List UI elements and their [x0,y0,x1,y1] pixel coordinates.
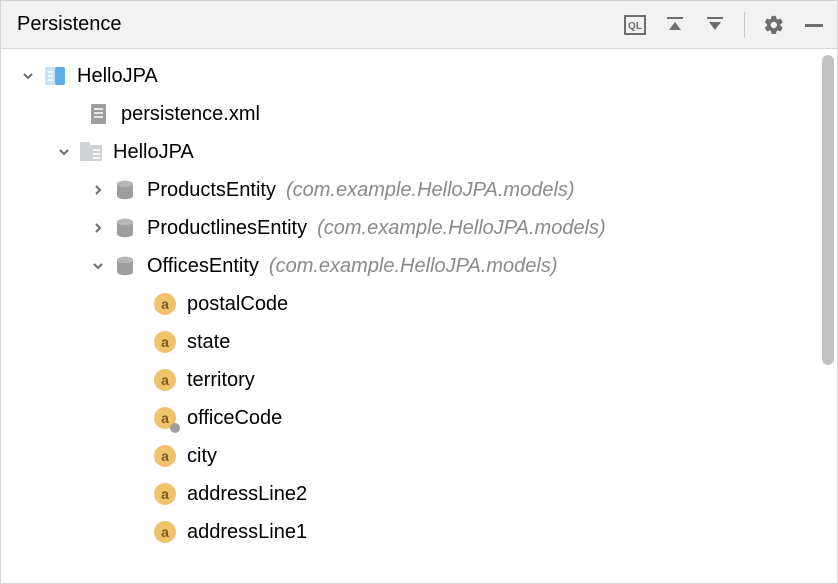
tree-node-label: city [187,445,217,468]
attribute-icon: a [153,368,177,392]
scrollbar-track[interactable] [819,49,837,583]
attribute-icon: a [153,520,177,544]
tree-node-label: state [187,331,230,354]
caret-collapsed-icon[interactable] [89,222,107,234]
entity-icon [113,254,137,278]
tree-node-package: (com.example.HelloJPA.models) [269,255,558,278]
caret-expanded-icon[interactable] [19,70,37,82]
tree-node-attribute[interactable]: a addressLine1 [1,513,819,551]
tree-node-file[interactable]: persistence.xml [1,95,819,133]
minimize-button[interactable] [801,12,827,38]
module-icon [43,64,67,88]
caret-collapsed-icon[interactable] [89,184,107,196]
tree-node-label: ProductsEntity [147,179,276,202]
ql-console-button[interactable]: QL [622,12,648,38]
caret-expanded-icon[interactable] [89,260,107,272]
scrollbar-thumb[interactable] [822,55,834,365]
attribute-icon: a [153,444,177,468]
panel-title: Persistence [17,13,622,36]
tree-node-attribute[interactable]: a addressLine2 [1,475,819,513]
attribute-icon: a [153,330,177,354]
caret-expanded-icon[interactable] [55,146,73,158]
tree-node-label: addressLine1 [187,521,307,544]
toolbar-divider [744,12,745,38]
tree-node-label: ProductlinesEntity [147,217,307,240]
tree-node-attribute[interactable]: a territory [1,361,819,399]
settings-button[interactable] [761,12,787,38]
tree-node-label: postalCode [187,293,288,316]
tree-node-label: territory [187,369,255,392]
attribute-icon: a [153,292,177,316]
expand-all-button[interactable] [662,12,688,38]
attribute-icon: a [153,482,177,506]
file-icon [87,102,111,126]
tree-node-attribute[interactable]: astate [1,323,819,361]
tree-node-attribute[interactable]: a postalCode [1,285,819,323]
tree-node-entity[interactable]: OfficesEntity (com.example.HelloJPA.model… [1,247,819,285]
collapse-all-button[interactable] [702,12,728,38]
tree-node-label: addressLine2 [187,483,307,506]
tree-node-label: HelloJPA [77,65,158,88]
tree-node-attribute[interactable]: a officeCode [1,399,819,437]
tree-node-attribute[interactable]: acity [1,437,819,475]
tree-node-label: persistence.xml [121,103,260,126]
persistence-panel: Persistence QL [0,0,838,584]
entity-icon [113,216,137,240]
tree-node-unit[interactable]: HelloJPA [1,133,819,171]
entities-container: ProductsEntity (com.example.HelloJPA.mode… [1,171,819,551]
entity-icon [113,178,137,202]
tree-node-label: OfficesEntity [147,255,259,278]
toolbar: QL [622,12,827,38]
tree-view[interactable]: HelloJPA persistence.xml [1,49,819,583]
tree-node-label: officeCode [187,407,282,430]
attribute-key-icon: a [153,406,177,430]
tree-node-project[interactable]: HelloJPA [1,57,819,95]
tree-node-package: (com.example.HelloJPA.models) [317,217,606,240]
tree-node-entity[interactable]: ProductsEntity (com.example.HelloJPA.mode… [1,171,819,209]
svg-text:QL: QL [628,21,642,32]
tree-node-package: (com.example.HelloJPA.models) [286,179,575,202]
panel-body: HelloJPA persistence.xml [1,49,837,583]
tree-node-label: HelloJPA [113,141,194,164]
folder-icon [79,140,103,164]
panel-header: Persistence QL [1,1,837,49]
tree-node-entity[interactable]: ProductlinesEntity (com.example.HelloJPA.… [1,209,819,247]
